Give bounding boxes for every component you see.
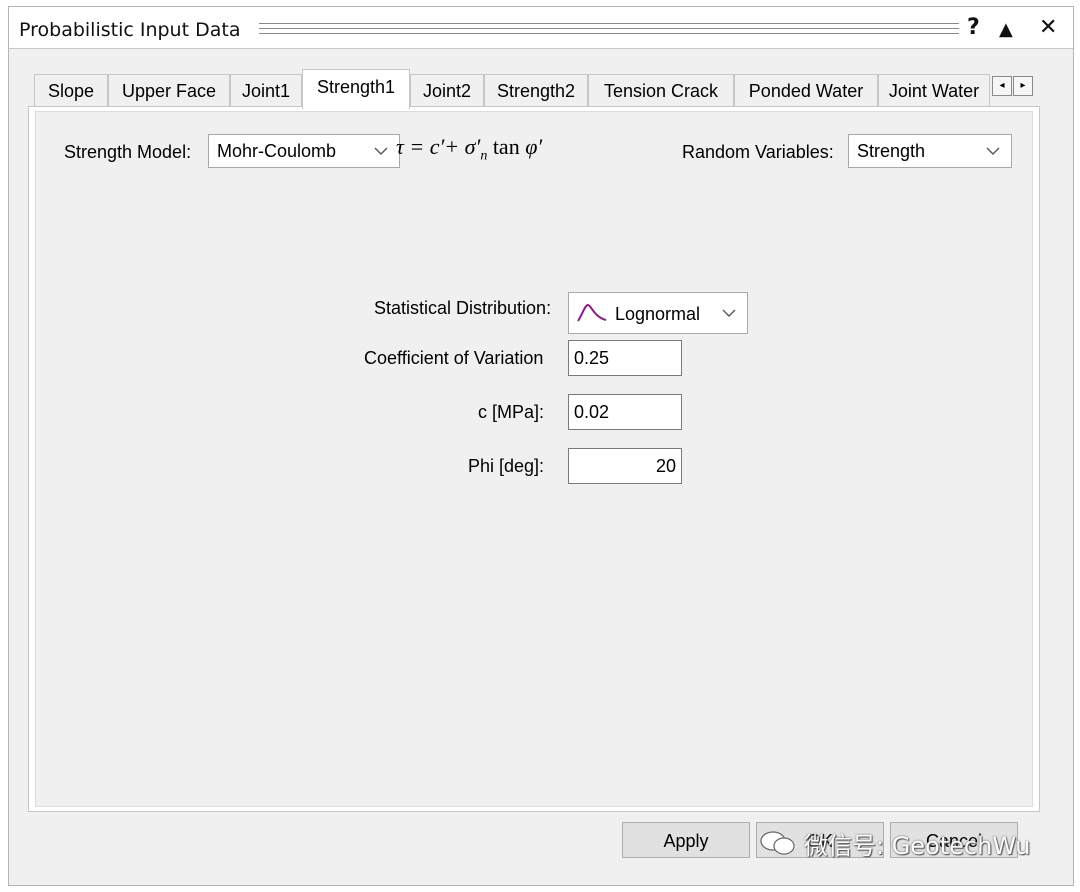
help-button[interactable]: ? [967, 15, 980, 40]
cohesion-label: c [MPa]: [478, 402, 545, 422]
strength-model-value: Mohr-Coulomb [217, 141, 337, 161]
tab-scroll-right-button[interactable]: ▸ [1013, 76, 1033, 96]
coefficient-of-variation-field[interactable] [568, 340, 682, 376]
tab-ponded-water[interactable]: Ponded Water [734, 74, 878, 107]
strength-model-select[interactable]: Mohr-Coulomb [208, 134, 400, 168]
statistical-distribution-value: Lognormal [615, 304, 701, 324]
lognormal-curve-icon [577, 303, 607, 322]
tab-scroll-left-button[interactable]: ◂ [992, 76, 1012, 96]
coefficient-of-variation-input[interactable] [569, 341, 681, 375]
close-button[interactable]: ✕ [1039, 15, 1057, 40]
tab-joint1[interactable]: Joint1 [230, 74, 302, 107]
title-bar-grip[interactable] [259, 23, 959, 34]
chevron-down-icon [722, 309, 736, 317]
chevron-down-icon [374, 147, 388, 155]
window-title: Probabilistic Input Data [19, 19, 241, 41]
tab-joint-water[interactable]: Joint Water [878, 74, 990, 107]
random-variables-select[interactable]: Strength [848, 134, 1012, 168]
cohesion-field[interactable] [568, 394, 682, 430]
tab-upper-face[interactable]: Upper Face [108, 74, 230, 107]
random-variables-value: Strength [857, 141, 926, 161]
mohr-coulomb-formula: τ = c′+ σ′n tan φ′ [396, 134, 543, 164]
tab-strength1[interactable]: Strength1 [302, 69, 410, 109]
coefficient-of-variation-label: Coefficient of Variation [364, 348, 544, 368]
random-variables-label: Random Variables: [682, 142, 834, 162]
phi-field[interactable] [568, 448, 682, 484]
cohesion-input[interactable] [569, 395, 681, 429]
watermark-text: 微信号: GeotechWu [804, 832, 1031, 860]
collapse-button[interactable]: ▲ [999, 19, 1013, 40]
tab-strength2[interactable]: Strength2 [484, 74, 588, 107]
tab-tension-crack[interactable]: Tension Crack [588, 74, 734, 107]
title-bar[interactable]: Probabilistic Input Data ? ▲ ✕ [9, 7, 1073, 49]
phi-input[interactable] [569, 449, 681, 483]
strength-model-label: Strength Model: [64, 142, 192, 162]
phi-label: Phi [deg]: [468, 456, 545, 476]
chevron-down-icon [986, 147, 1000, 155]
wechat-logo-icon [760, 831, 795, 855]
tab-slope[interactable]: Slope [34, 74, 108, 107]
statistical-distribution-select[interactable]: Lognormal [568, 292, 748, 334]
apply-button[interactable]: Apply [622, 822, 750, 858]
tab-joint2[interactable]: Joint2 [410, 74, 484, 107]
statistical-distribution-label: Statistical Distribution: [374, 298, 552, 318]
tab-strip: Slope Upper Face Joint1 Strength1 Joint2… [28, 69, 1033, 109]
